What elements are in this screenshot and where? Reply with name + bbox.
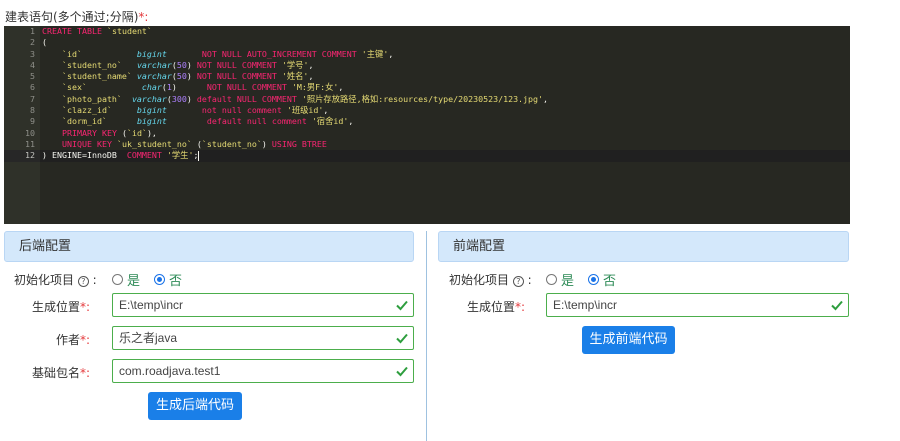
check-icon	[396, 333, 408, 344]
frontend-panel-title: 前端配置	[453, 239, 506, 254]
ddl-label-text: 建表语句(多个通过;分隔)	[5, 10, 139, 24]
backend-panel-title: 后端配置	[19, 239, 72, 254]
frontend-init-no[interactable]: 否	[588, 270, 616, 289]
code-line[interactable]: 1 CREATE TABLE `student`	[4, 26, 850, 37]
backend-init-radio-group: 是 否	[112, 270, 196, 289]
code-text: `id` bigint NOT NULL AUTO_INCREMENT COMM…	[61, 48, 394, 59]
radio-yes-icon[interactable]	[546, 274, 557, 285]
line-number: 11	[25, 138, 35, 149]
line-number: 8	[30, 105, 35, 116]
code-line[interactable]: 9 `dorm_id` bigint default null comment …	[4, 116, 850, 127]
code-text: UNIQUE KEY `uk_student_no` (`student_no`…	[61, 138, 327, 149]
code-line[interactable]: 5 `student_name` varchar(50) NOT NULL CO…	[4, 71, 850, 82]
generate-frontend-button[interactable]: 生成前端代码	[582, 326, 675, 354]
backend-location-label: 生成位置*:	[31, 300, 90, 314]
line-number: 6	[30, 82, 35, 93]
backend-panel-header: 后端配置	[4, 231, 414, 262]
radio-no-icon[interactable]	[154, 274, 166, 285]
backend-package-label: 基础包名*:	[31, 366, 90, 380]
radio-no-icon[interactable]	[588, 274, 600, 285]
line-number: 9	[30, 116, 35, 127]
ddl-label: 建表语句(多个通过;分隔)*:	[5, 8, 148, 25]
sql-editor[interactable]: 1 CREATE TABLE `student` 2(3 `id` bigint N…	[4, 26, 850, 224]
radio-yes-icon[interactable]	[112, 274, 123, 285]
code-text: `dorm_id` bigint default null comment '宿…	[61, 116, 354, 127]
code-text: PRIMARY KEY (`id`),	[61, 127, 157, 138]
required-mark: *:	[138, 10, 149, 24]
code-text: `student_no` varchar(50) NOT NULL COMMEN…	[61, 59, 314, 70]
check-icon	[831, 300, 843, 311]
code-line[interactable]: 8 `clazz_id` bigint not null comment '班级…	[4, 105, 850, 116]
code-text: (	[42, 37, 47, 48]
editor-content[interactable]: 1 CREATE TABLE `student` 2(3 `id` bigint N…	[4, 26, 850, 162]
backend-author-label: 作者*:	[55, 333, 90, 347]
code-text: `sex` char(1) NOT NULL COMMENT 'M:男F:女',	[61, 82, 344, 93]
line-number: 12	[4, 150, 40, 162]
code-text: `photo_path` varchar(300) default NULL C…	[61, 93, 549, 104]
frontend-init-yes[interactable]: 是	[546, 270, 574, 289]
code-line[interactable]: 7 `photo_path` varchar(300) default NULL…	[4, 94, 850, 105]
backend-init-label: 初始化项目 ? :	[14, 273, 97, 287]
panel-divider	[426, 231, 427, 441]
check-icon	[396, 300, 408, 311]
code-line[interactable]: 6 `sex` char(1) NOT NULL COMMENT 'M:男F:女…	[4, 82, 850, 93]
frontend-init-radio-group: 是 否	[546, 270, 630, 289]
code-line[interactable]: 2(	[4, 37, 850, 48]
line-number: 7	[30, 93, 35, 104]
frontend-location-input[interactable]: E:\temp\incr	[546, 293, 849, 317]
backend-location-input[interactable]: E:\temp\incr	[112, 293, 414, 317]
check-icon	[396, 366, 408, 377]
backend-package-input[interactable]: com.roadjava.test1	[112, 359, 414, 383]
backend-init-no[interactable]: 否	[154, 270, 182, 289]
code-line[interactable]: 10 PRIMARY KEY (`id`),	[4, 128, 850, 139]
code-text: ) ENGINE=InnoDB COMMENT '学生';	[42, 150, 200, 161]
generate-backend-button[interactable]: 生成后端代码	[148, 392, 242, 420]
backend-init-yes[interactable]: 是	[112, 270, 140, 289]
line-number: 5	[30, 71, 35, 82]
code-line[interactable]: 4 `student_no` varchar(50) NOT NULL COMM…	[4, 60, 850, 71]
code-line[interactable]: 3 `id` bigint NOT NULL AUTO_INCREMENT CO…	[4, 49, 850, 60]
code-line[interactable]: 11 UNIQUE KEY `uk_student_no` (`student_…	[4, 139, 850, 150]
code-line[interactable]: 12) ENGINE=InnoDB COMMENT '学生';	[4, 150, 850, 162]
code-text: CREATE TABLE `student`	[42, 26, 152, 36]
backend-author-input[interactable]: 乐之者java	[112, 326, 414, 350]
frontend-init-label: 初始化项目 ? :	[449, 273, 532, 287]
line-number: 10	[25, 127, 35, 138]
line-number: 2	[30, 37, 35, 48]
text-cursor	[198, 150, 200, 161]
frontend-location-label: 生成位置*:	[466, 300, 525, 314]
line-number: 4	[30, 59, 35, 70]
frontend-panel-header: 前端配置	[438, 231, 849, 262]
code-text: `clazz_id` bigint not null comment '班级id…	[61, 105, 329, 116]
code-text: `student_name` varchar(50) NOT NULL COMM…	[61, 71, 314, 82]
line-number: 3	[30, 48, 35, 59]
line-number: 1	[30, 26, 35, 36]
question-circle-icon[interactable]: ?	[77, 276, 89, 287]
question-circle-icon[interactable]: ?	[512, 276, 524, 287]
